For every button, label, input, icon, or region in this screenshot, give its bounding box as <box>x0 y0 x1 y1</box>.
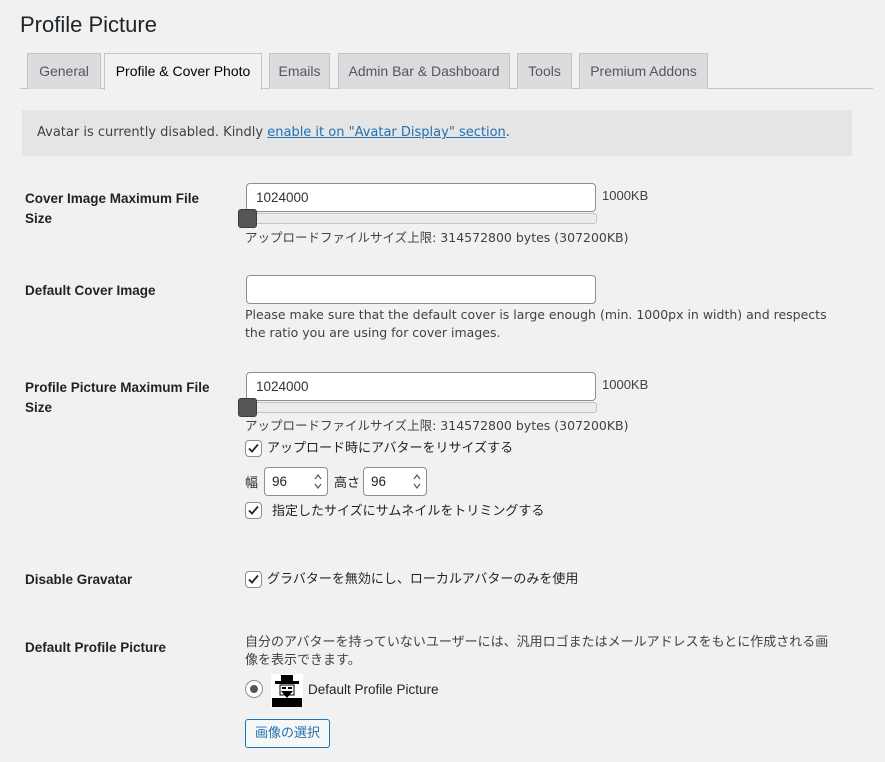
avatar-height-value: 96 <box>371 474 387 489</box>
profile-max-size-input[interactable]: 1024000 <box>246 372 596 401</box>
spinner-arrows-icon[interactable] <box>412 471 422 492</box>
disable-gravatar-option-label: グラバターを無効にし、ローカルアバターのみを使用 <box>267 572 579 587</box>
select-image-button[interactable]: 画像の選択 <box>245 719 330 748</box>
default-profile-picture-option-label: Default Profile Picture <box>308 682 439 697</box>
width-label: 幅 <box>245 476 259 491</box>
avatar-height-input[interactable]: 96 <box>363 467 427 496</box>
default-profile-picture-label: Default Profile Picture <box>25 640 167 655</box>
mystery-man-avatar-icon <box>271 674 303 707</box>
default-cover-description: Please make sure that the default cover … <box>245 307 827 340</box>
resize-avatar-checkbox[interactable] <box>245 440 262 457</box>
disable-gravatar-checkbox[interactable] <box>245 571 262 588</box>
checkmark-icon <box>248 574 259 584</box>
avatar-display-link[interactable]: enable it on "Avatar Display" section <box>267 125 506 140</box>
tab-general[interactable]: General <box>27 53 101 89</box>
tab-emails[interactable]: Emails <box>269 53 330 89</box>
tab-admin-bar-dashboard[interactable]: Admin Bar & Dashboard <box>338 53 510 89</box>
cover-max-size-input[interactable]: 1024000 <box>246 183 596 212</box>
tab-premium-addons[interactable]: Premium Addons <box>579 53 708 89</box>
settings-tabs: General Profile & Cover Photo Emails Adm… <box>20 53 873 90</box>
profile-max-size-slider-handle[interactable] <box>238 398 257 417</box>
avatar-width-input[interactable]: 96 <box>264 467 328 496</box>
default-cover-input[interactable] <box>246 275 596 304</box>
cover-max-size-label: Cover Image Maximum File Size <box>25 191 200 226</box>
tab-tools[interactable]: Tools <box>517 53 572 89</box>
cover-max-size-slider-handle[interactable] <box>238 209 257 228</box>
page-title: Profile Picture <box>20 12 157 37</box>
profile-max-size-label: Profile Picture Maximum File Size <box>25 380 210 415</box>
spinner-arrows-icon[interactable] <box>313 471 323 492</box>
tab-profile-cover-photo[interactable]: Profile & Cover Photo <box>104 53 262 90</box>
notice-suffix: . <box>505 125 510 140</box>
default-cover-label: Default Cover Image <box>25 283 156 298</box>
profile-upload-limit: アップロードファイルサイズ上限: 314572800 bytes (307200… <box>245 418 629 433</box>
cover-max-size-slider-track[interactable] <box>246 213 597 224</box>
avatar-disabled-notice: Avatar is currently disabled. Kindly ena… <box>22 110 852 156</box>
default-profile-picture-radio[interactable] <box>245 680 263 698</box>
crop-thumbnail-checkbox[interactable] <box>245 502 262 519</box>
resize-avatar-label: アップロード時にアバターをリサイズする <box>267 441 514 456</box>
checkmark-icon <box>248 505 259 515</box>
checkmark-icon <box>248 443 259 453</box>
profile-max-size-unit: 1000KB <box>602 377 649 392</box>
notice-text: Avatar is currently disabled. Kindly <box>37 125 268 140</box>
disable-gravatar-label: Disable Gravatar <box>25 572 133 587</box>
crop-thumbnail-label: 指定したサイズにサムネイルをトリミングする <box>272 504 545 519</box>
height-label: 高さ <box>334 476 361 491</box>
avatar-width-value: 96 <box>272 474 288 489</box>
cover-max-size-unit: 1000KB <box>602 188 649 203</box>
cover-upload-limit: アップロードファイルサイズ上限: 314572800 bytes (307200… <box>245 230 629 245</box>
default-profile-picture-description: 自分のアバターを持っていないユーザーには、汎用ロゴまたはメールアドレスをもとに作… <box>245 635 829 668</box>
profile-max-size-slider-track[interactable] <box>246 402 597 413</box>
